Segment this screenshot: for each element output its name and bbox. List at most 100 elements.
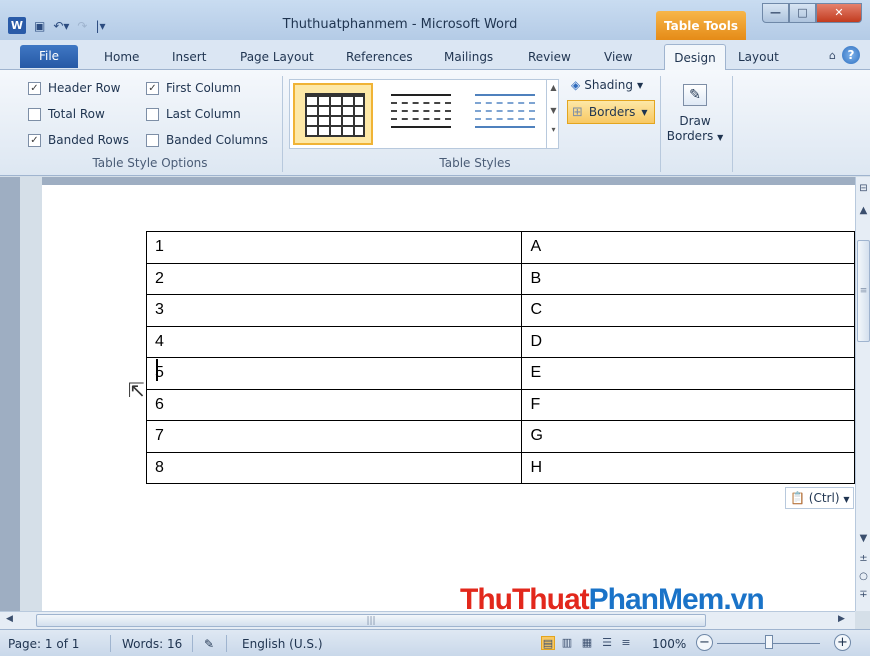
- checkbox-box: ✓: [28, 133, 41, 147]
- scroll-up-icon[interactable]: ▲: [856, 205, 870, 216]
- scroll-right-icon[interactable]: ▶: [838, 614, 845, 624]
- table-cell[interactable]: 7: [145, 420, 523, 453]
- chevron-down-icon: ▼: [843, 495, 850, 504]
- checkbox-box: ✓: [146, 81, 159, 95]
- tab-references[interactable]: References: [346, 50, 413, 64]
- checkbox-box: ✓: [28, 81, 41, 95]
- web-layout-icon[interactable]: ▦: [580, 636, 594, 650]
- tab-home[interactable]: Home: [104, 50, 139, 64]
- vertical-scrollbar[interactable]: ⊟ ▲ ≡ ▼ ± ○ ∓: [855, 177, 870, 611]
- tab-file[interactable]: File: [20, 45, 78, 68]
- banded-rows-checkbox[interactable]: ✓ Banded Rows: [28, 133, 129, 147]
- first-column-checkbox[interactable]: ✓ First Column: [146, 81, 241, 95]
- horizontal-scroll-thumb[interactable]: |||: [36, 614, 706, 627]
- zoom-level[interactable]: 100%: [652, 637, 686, 651]
- table-cell[interactable]: 2: [145, 262, 523, 295]
- table-styles-label: Table Styles: [439, 156, 511, 170]
- browse-object-icon[interactable]: ○: [856, 571, 870, 582]
- next-page-icon[interactable]: ∓: [856, 589, 870, 600]
- vertical-scroll-thumb[interactable]: ≡: [857, 240, 870, 342]
- zoom-out-button[interactable]: −: [696, 634, 713, 651]
- scroll-left-icon[interactable]: ◀: [6, 614, 13, 624]
- minimize-button[interactable]: —: [762, 3, 789, 23]
- table-cell[interactable]: 6: [145, 388, 523, 421]
- previous-page-icon[interactable]: ±: [856, 553, 870, 564]
- tab-page-layout[interactable]: Page Layout: [240, 50, 314, 64]
- table-cell[interactable]: G: [521, 420, 855, 453]
- group-divider: [282, 76, 283, 172]
- help-area: ⌂ ?: [829, 46, 860, 64]
- table-row: 2B: [145, 262, 855, 295]
- table-cell[interactable]: 5: [145, 357, 523, 390]
- table-cell[interactable]: C: [521, 294, 855, 327]
- text-caret: [156, 359, 158, 381]
- checkbox-box: [28, 107, 41, 121]
- total-row-checkbox[interactable]: Total Row: [28, 107, 105, 121]
- clipboard-icon: 📋: [790, 491, 805, 505]
- table-cell[interactable]: H: [521, 451, 855, 484]
- draw-borders-button[interactable]: ✎ Draw Borders ▼: [665, 78, 725, 145]
- tab-mailings[interactable]: Mailings: [444, 50, 493, 64]
- table-style-plain[interactable]: [377, 83, 457, 145]
- print-layout-view-icon[interactable]: ▤: [541, 636, 555, 650]
- pencil-icon: ✎: [683, 84, 707, 106]
- page-count[interactable]: Page: 1 of 1: [8, 637, 79, 651]
- tab-review[interactable]: Review: [528, 50, 571, 64]
- borders-button[interactable]: ⊞ Shading Borders ▼: [567, 100, 655, 124]
- draft-view-icon[interactable]: ≡: [619, 636, 633, 650]
- gallery-down-icon[interactable]: ▼: [547, 106, 560, 115]
- checkbox-box: [146, 107, 159, 121]
- chevron-down-icon: ▼: [641, 107, 648, 117]
- table-cell[interactable]: E: [521, 357, 855, 390]
- table-cell[interactable]: F: [521, 388, 855, 421]
- chevron-down-icon: ▼: [636, 80, 644, 90]
- last-column-checkbox[interactable]: Last Column: [146, 107, 241, 121]
- header-row-checkbox[interactable]: ✓ Header Row: [28, 81, 120, 95]
- document-page[interactable]: 1A2B3C4D5E6F7G8H: [42, 185, 855, 611]
- scroll-down-icon[interactable]: ▼: [856, 533, 870, 544]
- table-row: 6F: [145, 388, 855, 421]
- table-cell[interactable]: D: [521, 325, 855, 358]
- document-table[interactable]: 1A2B3C4D5E6F7G8H: [145, 231, 855, 484]
- tab-design[interactable]: Design: [664, 44, 726, 71]
- table-cell[interactable]: B: [521, 262, 855, 295]
- table-row: 5E: [145, 357, 855, 390]
- gallery-more-icon[interactable]: ▾: [547, 125, 560, 134]
- table-cell[interactable]: 4: [145, 325, 523, 358]
- table-cell[interactable]: A: [521, 231, 855, 264]
- table-cell[interactable]: 1: [145, 231, 523, 264]
- table-style-light-shading[interactable]: [461, 83, 541, 145]
- tab-view[interactable]: View: [604, 50, 632, 64]
- banded-columns-checkbox[interactable]: Banded Columns: [146, 133, 268, 147]
- table-cell[interactable]: 8: [145, 451, 523, 484]
- horizontal-scrollbar[interactable]: ◀ ||| ▶: [0, 611, 855, 629]
- ruler-toggle-icon[interactable]: ⊟: [856, 183, 870, 194]
- table-styles-gallery: [289, 79, 559, 149]
- paint-bucket-icon: ◈: [571, 78, 581, 92]
- outline-view-icon[interactable]: ☰: [600, 636, 614, 650]
- paste-options-button[interactable]: 📋 (Ctrl) ▼: [785, 487, 855, 509]
- table-tools-context-label: Table Tools: [656, 11, 746, 40]
- proofing-icon[interactable]: ✎: [204, 637, 214, 651]
- zoom-in-button[interactable]: +: [834, 634, 851, 651]
- help-icon[interactable]: ?: [842, 46, 860, 64]
- gallery-up-icon[interactable]: ▲: [547, 83, 560, 92]
- status-bar: Page: 1 of 1 Words: 16 ✎ English (U.S.) …: [0, 629, 870, 656]
- table-style-grid[interactable]: [293, 83, 373, 145]
- table-style-options-label: Table Style Options: [92, 156, 208, 170]
- full-screen-reading-icon[interactable]: ▥: [560, 636, 574, 650]
- title-bar: W ▣ ↶▾ ↷ |▾ Thuthuatphanmem - Microsoft …: [0, 0, 870, 40]
- shading-button[interactable]: ◈ Shading ▼: [571, 78, 643, 92]
- ribbon-design: ✓ Header Row ✓ First Column Total Row Last…: [0, 70, 870, 176]
- tab-layout[interactable]: Layout: [738, 50, 779, 64]
- gallery-scroll: ▲ ▼ ▾: [546, 79, 560, 149]
- zoom-slider-thumb[interactable]: [765, 635, 773, 649]
- language-indicator[interactable]: English (U.S.): [242, 637, 323, 651]
- minimize-ribbon-icon[interactable]: ⌂: [829, 49, 836, 62]
- word-count[interactable]: Words: 16: [122, 637, 182, 651]
- close-button[interactable]: ✕: [816, 3, 862, 23]
- tab-insert[interactable]: Insert: [172, 50, 206, 64]
- table-row: 3C: [145, 294, 855, 327]
- table-cell[interactable]: 3: [145, 294, 523, 327]
- maximize-button[interactable]: □: [789, 3, 816, 23]
